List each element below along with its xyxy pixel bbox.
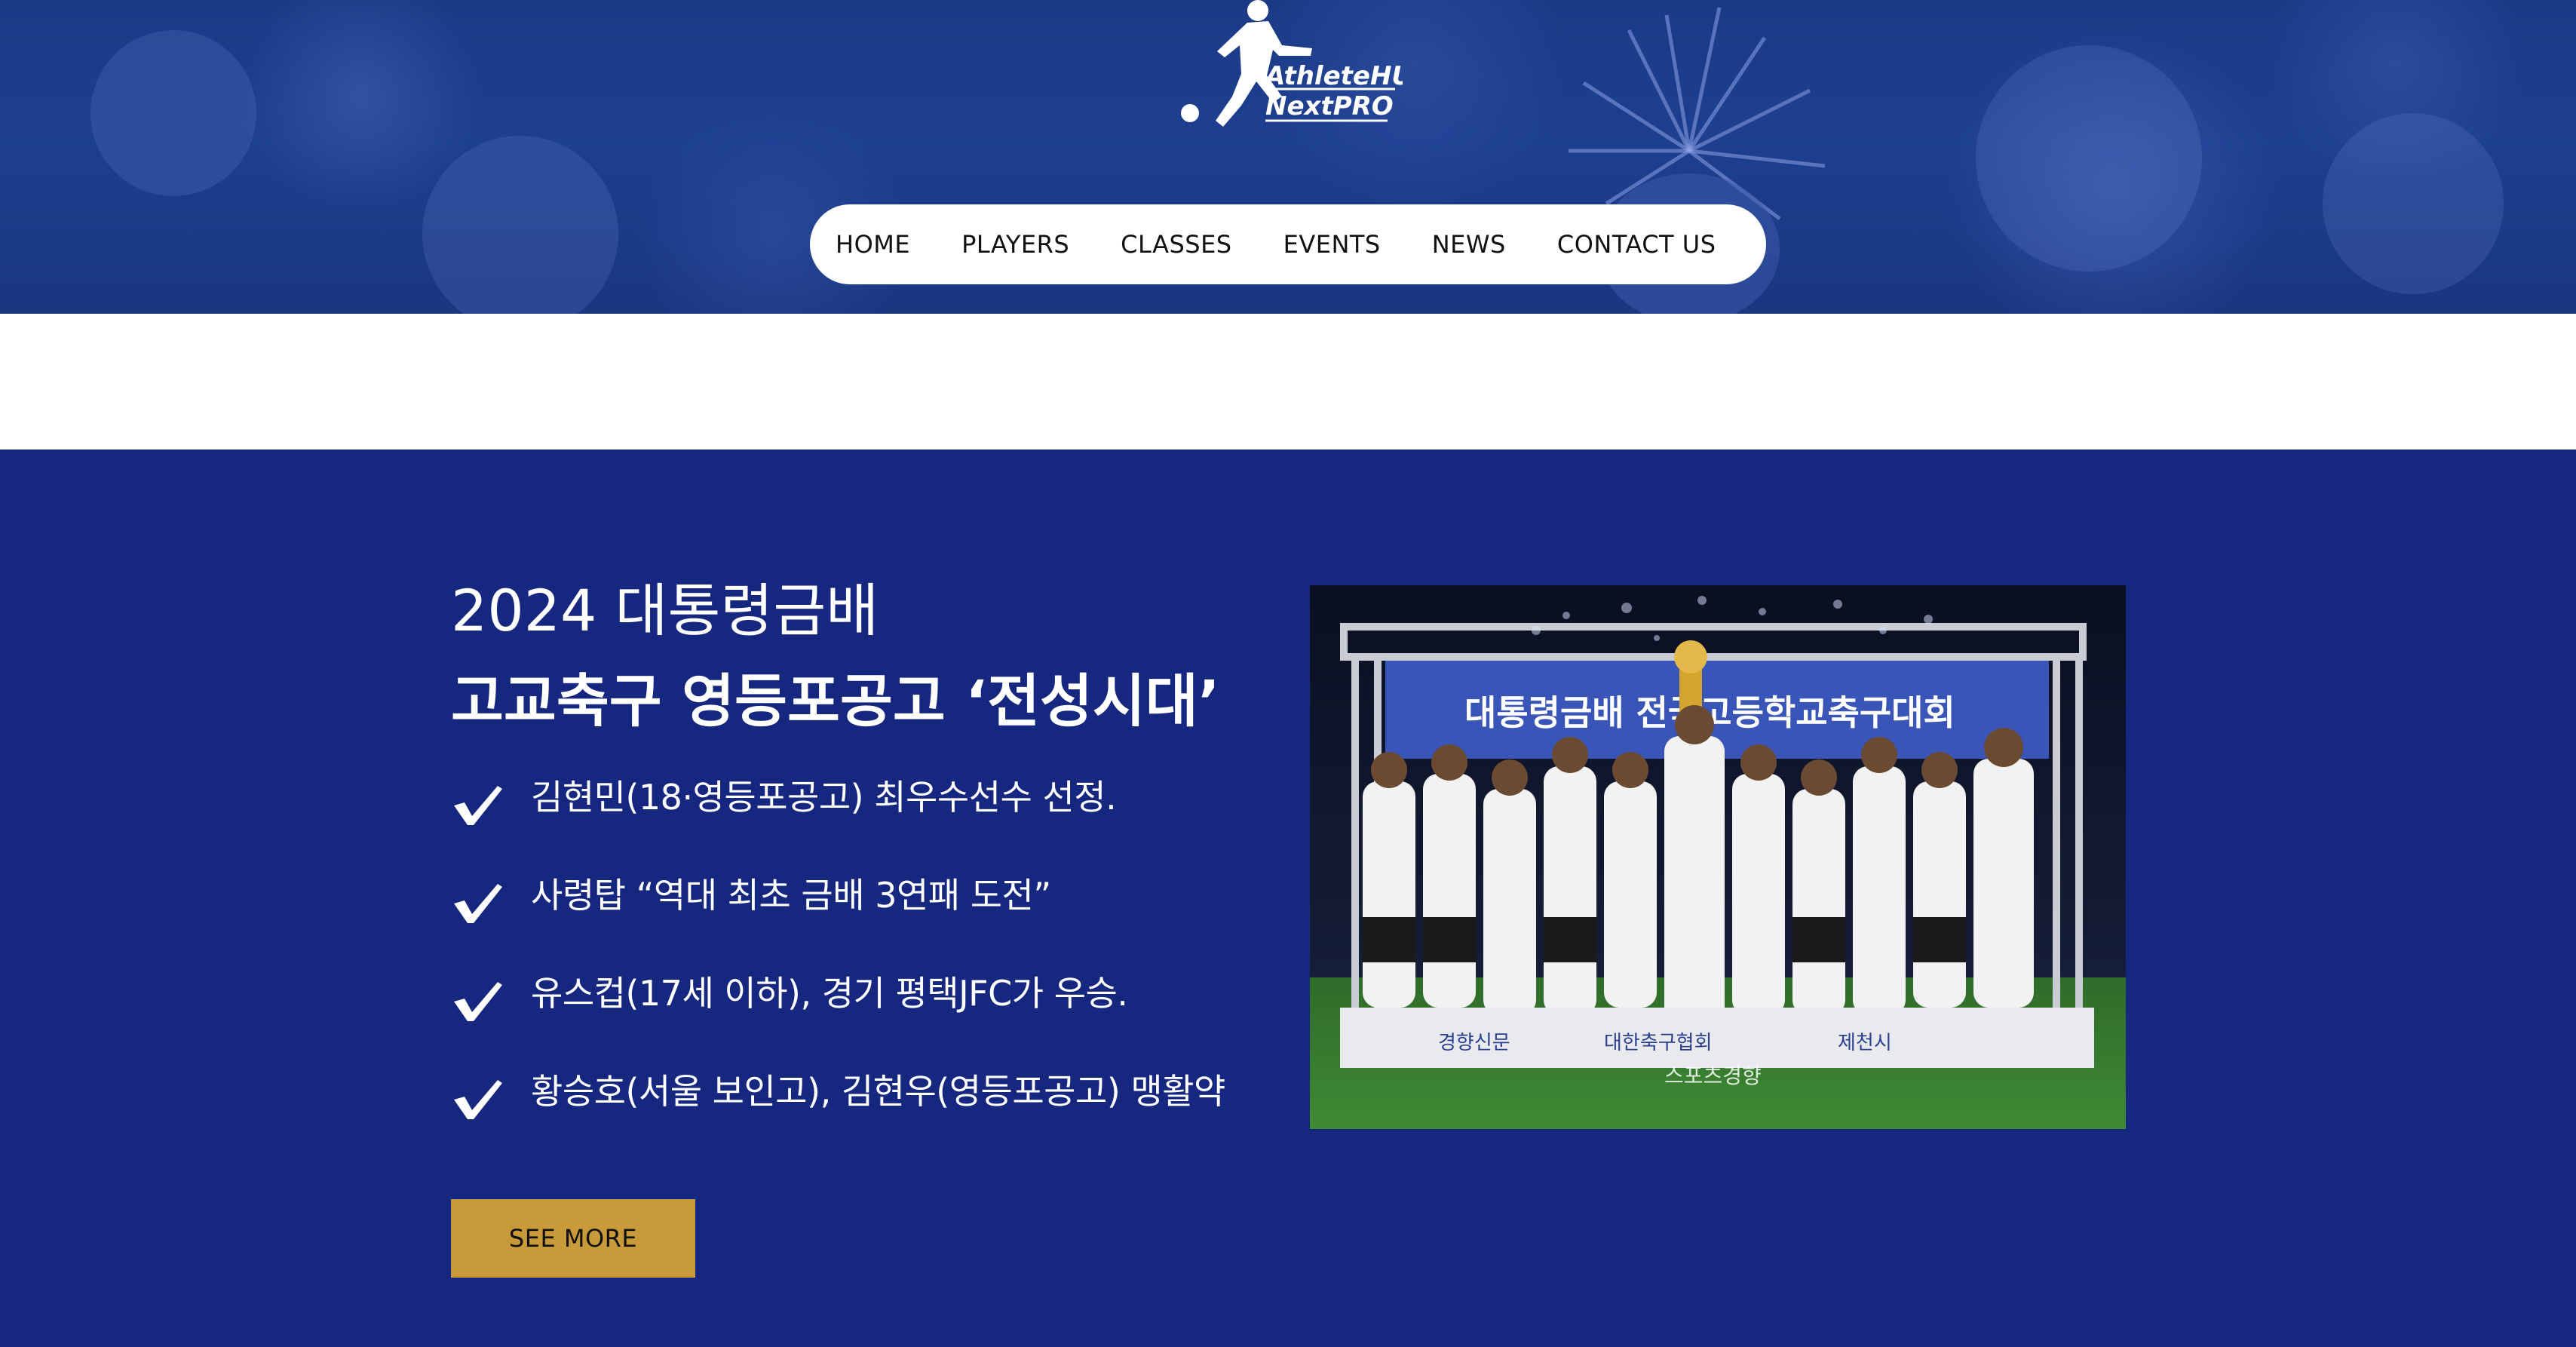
svg-text:스포츠경향: 스포츠경향 — [1664, 1063, 1762, 1088]
list-item: 사령탑 “역대 최초 금배 3연패 도전” — [451, 875, 1296, 973]
svg-text:대한축구협회: 대한축구협회 — [1604, 1032, 1713, 1054]
spacer-band — [0, 314, 2576, 450]
site-logo[interactable]: AthleteHUB NextPRO — [1169, 0, 1403, 132]
nav-item-classes[interactable]: CLASSES — [1121, 230, 1231, 259]
feature-bullet-list: 김현민(18·영등포공고) 최우수선수 선정. 사령탑 “역대 최초 금배 3연… — [451, 777, 1296, 1169]
list-item: 황승호(서울 보인고), 김현우(영등포공고) 맹활약 — [451, 1071, 1296, 1169]
svg-text:AthleteHUB: AthleteHUB — [1263, 61, 1403, 91]
feature-photo[interactable]: 대통령금배 전국고등학교축구대회 경향신문 대한축구협회 제천시 스포츠경향 — [1310, 585, 2126, 1129]
check-icon — [451, 979, 504, 1024]
bullet-text: 사령탑 “역대 최초 금배 3연패 도전” — [531, 875, 1051, 916]
header-bokeh — [90, 30, 256, 196]
site-header: AthleteHUB NextPRO HOME PLAYERS CLASSES … — [0, 0, 2576, 314]
bullet-text: 유스컵(17세 이하), 경기 평택JFC가 우승. — [531, 973, 1128, 1014]
nav-item-contact-us[interactable]: CONTACT US — [1557, 230, 1716, 259]
list-item: 유스컵(17세 이하), 경기 평택JFC가 우승. — [451, 973, 1296, 1071]
main-nav: HOME PLAYERS CLASSES EVENTS NEWS CONTACT… — [810, 204, 1766, 284]
header-bokeh — [1976, 45, 2202, 272]
check-icon — [451, 1077, 504, 1122]
bullet-text: 황승호(서울 보인고), 김현우(영등포공고) 맹활약 — [531, 1071, 1225, 1112]
nav-item-news[interactable]: NEWS — [1432, 230, 1506, 259]
svg-text:NextPRO: NextPRO — [1265, 91, 1394, 121]
header-bokeh — [2323, 113, 2504, 294]
svg-text:경향신문: 경향신문 — [1438, 1032, 1510, 1054]
list-item: 김현민(18·영등포공고) 최우수선수 선정. — [451, 777, 1296, 875]
bullet-text: 김현민(18·영등포공고) 최우수선수 선정. — [531, 777, 1117, 818]
feature-title-line2: 고교축구 영등포공고 ‘전성시대’ — [451, 667, 1220, 735]
svg-text:제천시: 제천시 — [1838, 1032, 1892, 1054]
nav-item-home[interactable]: HOME — [836, 230, 910, 259]
feature-title-line1: 2024 대통령금배 — [451, 577, 879, 644]
check-icon — [451, 881, 504, 926]
see-more-button[interactable]: SEE MORE — [451, 1199, 695, 1278]
header-bokeh — [422, 136, 618, 314]
nav-item-events[interactable]: EVENTS — [1283, 230, 1381, 259]
nav-item-players[interactable]: PLAYERS — [961, 230, 1069, 259]
check-icon — [451, 783, 504, 828]
